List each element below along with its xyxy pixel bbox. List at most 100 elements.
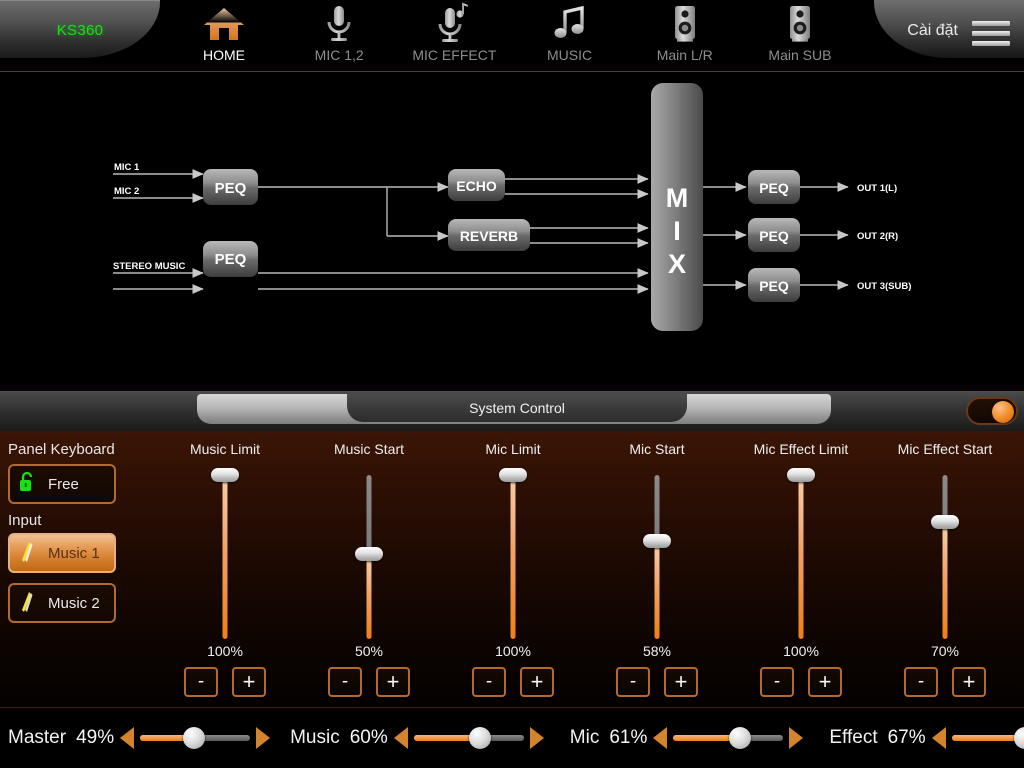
slider-track-area[interactable] bbox=[602, 467, 712, 639]
slider-stepper: - + bbox=[458, 667, 568, 697]
diagram-node-out-peq-2: PEQ bbox=[748, 218, 800, 252]
tab-home-label: HOME bbox=[203, 47, 245, 63]
slider-music-limit: Music Limit 100% - + bbox=[170, 441, 280, 697]
svg-text:PEQ: PEQ bbox=[759, 278, 789, 294]
panel-keyboard-lock-button[interactable]: Free bbox=[8, 464, 116, 504]
bottom-volume-bar: Master 49% Music 60% Mic 61% Effect 67% bbox=[0, 708, 1024, 768]
tab-main-sub[interactable]: Main SUB bbox=[746, 2, 854, 72]
panel-left-column: Panel Keyboard Free Input Music 1 Music … bbox=[8, 441, 138, 623]
volume-decrease-arrow[interactable] bbox=[120, 727, 135, 749]
toggle-knob bbox=[992, 401, 1014, 423]
diagram-label-stereo-music: STEREO MUSIC bbox=[113, 261, 185, 272]
slider-decrement-button[interactable]: - bbox=[616, 667, 650, 697]
input-option-music-2[interactable]: Music 2 bbox=[8, 583, 116, 623]
volume-slider[interactable] bbox=[140, 727, 251, 749]
diagram-label-mic1: MIC 1 bbox=[114, 162, 140, 173]
slider-increment-button[interactable]: + bbox=[232, 667, 266, 697]
volume-increase-arrow[interactable] bbox=[256, 727, 271, 749]
slider-increment-button[interactable]: + bbox=[376, 667, 410, 697]
slider-thumb[interactable] bbox=[499, 468, 527, 482]
slider-decrement-button[interactable]: - bbox=[760, 667, 794, 697]
slider-stepper: - + bbox=[746, 667, 856, 697]
slider-fill bbox=[942, 528, 948, 639]
slider-stepper: - + bbox=[314, 667, 424, 697]
diagram-node-echo: ECHO bbox=[448, 169, 505, 201]
music-note-icon bbox=[551, 2, 589, 46]
speaker-icon bbox=[785, 2, 815, 46]
slider-value: 100% bbox=[207, 643, 243, 659]
top-navigation-bar: KS360 HOME MIC 1,2 MIC EFFECT MUSIC Main… bbox=[0, 0, 1024, 72]
slider-increment-button[interactable]: + bbox=[520, 667, 554, 697]
slider-track-area[interactable] bbox=[890, 467, 1000, 639]
svg-text:ECHO: ECHO bbox=[456, 178, 497, 194]
unlock-icon bbox=[18, 471, 36, 498]
diagram-node-reverb: REVERB bbox=[448, 219, 530, 251]
app-root: KS360 HOME MIC 1,2 MIC EFFECT MUSIC Main… bbox=[0, 0, 1024, 768]
tab-mic-12-label: MIC 1,2 bbox=[314, 47, 364, 63]
volume-decrease-arrow[interactable] bbox=[931, 727, 946, 749]
slider-decrement-button[interactable]: - bbox=[904, 667, 938, 697]
slider-thumb[interactable] bbox=[211, 468, 239, 482]
slider-label: Music Limit bbox=[189, 441, 260, 457]
input-option-music-2-label: Music 2 bbox=[48, 594, 100, 612]
volume-slider[interactable] bbox=[951, 727, 1024, 749]
slider-increment-button[interactable]: + bbox=[808, 667, 842, 697]
slider-track-area[interactable] bbox=[458, 467, 568, 639]
slider-decrement-button[interactable]: - bbox=[472, 667, 506, 697]
slider-music-start: Music Start 50% - + bbox=[314, 441, 424, 697]
tab-music[interactable]: MUSIC bbox=[516, 2, 624, 72]
slider-stepper: - + bbox=[602, 667, 712, 697]
tab-music-label: MUSIC bbox=[547, 47, 593, 63]
volume-decrease-arrow[interactable] bbox=[393, 727, 408, 749]
volume-slider-knob[interactable] bbox=[183, 727, 205, 749]
slider-label: Mic Effect Limit bbox=[753, 441, 849, 457]
input-option-music-1-label: Music 1 bbox=[48, 544, 100, 562]
speaker-icon bbox=[670, 2, 700, 46]
music-source-icon bbox=[18, 539, 36, 568]
slider-mic-limit: Mic Limit 100% - + bbox=[458, 441, 568, 697]
system-control-title: System Control bbox=[469, 400, 565, 416]
diagram-label-out2: OUT 2(R) bbox=[857, 231, 898, 242]
system-control-power-toggle[interactable] bbox=[966, 397, 1018, 425]
system-control-tab[interactable]: System Control bbox=[347, 394, 687, 422]
input-section-title: Input bbox=[8, 512, 42, 529]
slider-fill bbox=[798, 481, 804, 639]
panel-keyboard-title: Panel Keyboard bbox=[8, 441, 115, 458]
slider-thumb[interactable] bbox=[355, 547, 383, 561]
volume-increase-arrow[interactable] bbox=[789, 727, 804, 749]
volume-increase-arrow[interactable] bbox=[529, 727, 544, 749]
tab-mic-effect[interactable]: MIC EFFECT bbox=[400, 2, 508, 72]
settings-label[interactable]: Cài đặt bbox=[907, 22, 958, 40]
slider-decrement-button[interactable]: - bbox=[328, 667, 362, 697]
volume-name: Mic bbox=[569, 727, 600, 748]
volume-slider-knob[interactable] bbox=[468, 727, 491, 749]
slider-thumb[interactable] bbox=[787, 468, 815, 482]
system-control-bar: System Control bbox=[0, 391, 1024, 431]
slider-track-area[interactable] bbox=[170, 467, 280, 639]
hamburger-menu-icon[interactable] bbox=[972, 21, 1010, 47]
diagram-node-mic-peq: PEQ bbox=[203, 169, 258, 205]
slider-thumb[interactable] bbox=[643, 534, 671, 549]
tab-mic-12[interactable]: MIC 1,2 bbox=[285, 2, 393, 72]
home-icon bbox=[202, 2, 246, 46]
slider-increment-button[interactable]: + bbox=[952, 667, 986, 697]
svg-text:PEQ: PEQ bbox=[215, 180, 247, 197]
volume-control-mic: Mic 61% bbox=[570, 727, 810, 749]
slider-value: 100% bbox=[783, 643, 819, 659]
tab-main-lr[interactable]: Main L/R bbox=[631, 2, 739, 72]
slider-thumb[interactable] bbox=[931, 515, 959, 530]
svg-text:PEQ: PEQ bbox=[759, 180, 789, 196]
volume-slider[interactable] bbox=[413, 727, 524, 749]
tab-home[interactable]: HOME bbox=[170, 2, 278, 72]
volume-decrease-arrow[interactable] bbox=[653, 727, 668, 749]
slider-decrement-button[interactable]: - bbox=[184, 667, 218, 697]
slider-increment-button[interactable]: + bbox=[664, 667, 698, 697]
slider-track-area[interactable] bbox=[314, 467, 424, 639]
volume-slider[interactable] bbox=[673, 727, 784, 749]
system-control-band: System Control bbox=[197, 394, 831, 424]
input-option-music-1[interactable]: Music 1 bbox=[8, 533, 116, 573]
slider-fill bbox=[366, 560, 372, 639]
slider-track-area[interactable] bbox=[746, 467, 856, 639]
volume-slider-knob[interactable] bbox=[1014, 727, 1024, 749]
volume-slider-knob[interactable] bbox=[729, 727, 752, 749]
